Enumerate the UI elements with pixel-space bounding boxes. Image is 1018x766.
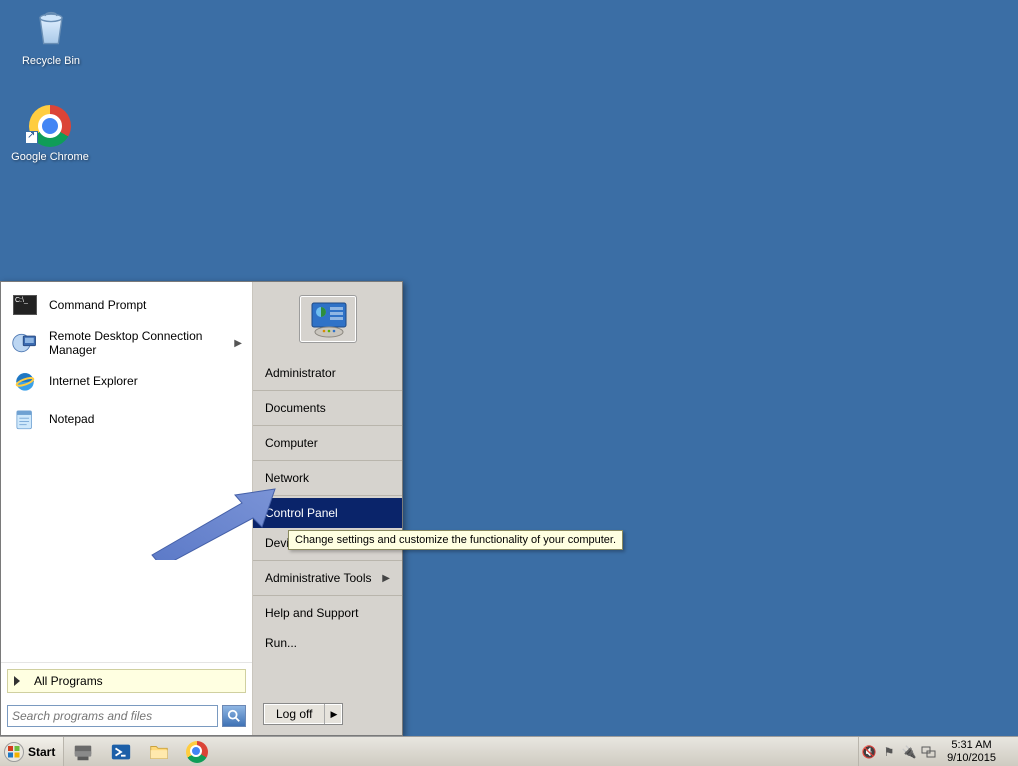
logoff-options-dropdown[interactable]: ▶ <box>324 704 342 724</box>
logoff-button[interactable]: Log off ▶ <box>263 703 343 725</box>
taskbar-item-chrome[interactable] <box>178 737 216 766</box>
folder-icon <box>148 741 170 763</box>
places-item-label: Control Panel <box>265 506 338 520</box>
pinned-item-notepad[interactable]: Notepad <box>1 400 252 438</box>
desktop-icon-label: Recycle Bin <box>12 55 90 67</box>
places-item-label: Help and Support <box>265 606 358 620</box>
pinned-item-label: Internet Explorer <box>49 374 138 388</box>
start-button[interactable]: Start <box>0 737 64 766</box>
places-list: Administrator Documents Computer Network… <box>253 356 402 695</box>
chrome-icon <box>186 741 208 763</box>
places-item-control-panel[interactable]: Control Panel <box>253 498 402 528</box>
pinned-programs-list: Command Prompt Remote Desktop Connection… <box>1 282 252 662</box>
notepad-icon <box>11 405 39 433</box>
places-item-label: Devi <box>265 536 289 550</box>
pinned-item-internet-explorer[interactable]: Internet Explorer <box>1 362 252 400</box>
places-item-label: Computer <box>265 436 318 450</box>
network-icon[interactable] <box>919 737 939 766</box>
triangle-right-icon <box>14 676 20 686</box>
pinned-item-label: Notepad <box>49 412 94 426</box>
internet-explorer-icon <box>11 367 39 395</box>
places-item-label: Documents <box>265 401 326 415</box>
tooltip-control-panel: Change settings and customize the functi… <box>288 530 623 550</box>
start-menu-right-pane: Administrator Documents Computer Network… <box>253 282 402 735</box>
taskbar-item-explorer[interactable] <box>140 737 178 766</box>
desktop-icon-google-chrome[interactable]: Google Chrome <box>2 105 98 163</box>
places-item-administrative-tools[interactable]: Administrative Tools ▶ <box>253 563 402 593</box>
pinned-item-rdc-manager[interactable]: Remote Desktop Connection Manager ▶ <box>1 324 252 362</box>
submenu-arrow-icon: ▶ <box>234 338 242 349</box>
desktop-icon-label: Google Chrome <box>2 151 98 163</box>
taskbar-item-server-manager[interactable] <box>64 737 102 766</box>
windows-logo-icon <box>4 742 24 762</box>
places-item-computer[interactable]: Computer <box>253 428 402 458</box>
logoff-label: Log off <box>264 704 324 724</box>
places-item-administrator[interactable]: Administrator <box>253 358 402 388</box>
places-item-label: Administrative Tools <box>265 571 372 585</box>
start-menu-left-pane: Command Prompt Remote Desktop Connection… <box>1 282 253 735</box>
server-manager-icon <box>72 741 94 763</box>
places-item-label: Run... <box>265 636 297 650</box>
taskbar: Start 🔇 ⚑ 🔌 5:31 AM 9/10/2015 <box>0 736 1018 766</box>
all-programs-button[interactable]: All Programs <box>7 669 246 693</box>
search-button[interactable] <box>222 705 246 727</box>
taskbar-clock[interactable]: 5:31 AM 9/10/2015 <box>939 739 1004 764</box>
power-icon[interactable]: 🔌 <box>899 737 919 766</box>
places-item-network[interactable]: Network <box>253 463 402 493</box>
recycle-bin-icon <box>27 5 75 53</box>
places-item-label: Administrator <box>265 366 336 380</box>
desktop-icon-recycle-bin[interactable]: Recycle Bin <box>12 5 90 67</box>
quick-launch <box>64 737 216 766</box>
control-panel-icon <box>304 299 352 339</box>
places-item-help-and-support[interactable]: Help and Support <box>253 598 402 628</box>
start-menu: Command Prompt Remote Desktop Connection… <box>0 281 403 736</box>
pinned-item-label: Remote Desktop Connection Manager <box>49 329 224 358</box>
system-tray: 🔇 ⚑ 🔌 5:31 AM 9/10/2015 <box>858 737 1018 766</box>
clock-time: 5:31 AM <box>947 739 996 752</box>
shortcut-overlay-icon <box>25 131 38 144</box>
user-picture[interactable] <box>299 295 357 343</box>
places-item-documents[interactable]: Documents <box>253 393 402 423</box>
start-button-label: Start <box>28 745 55 759</box>
all-programs-label: All Programs <box>34 674 103 688</box>
rdc-manager-icon <box>11 329 39 357</box>
powershell-icon <box>110 741 132 763</box>
taskbar-item-powershell[interactable] <box>102 737 140 766</box>
volume-muted-icon[interactable]: 🔇 <box>859 737 879 766</box>
clock-date: 9/10/2015 <box>947 752 996 765</box>
command-prompt-icon <box>11 291 39 319</box>
places-item-label: Network <box>265 471 309 485</box>
places-item-run[interactable]: Run... <box>253 628 402 658</box>
search-input[interactable] <box>7 705 218 727</box>
submenu-arrow-icon: ▶ <box>382 573 390 584</box>
action-center-flag-icon[interactable]: ⚑ <box>879 737 899 766</box>
pinned-item-command-prompt[interactable]: Command Prompt <box>1 286 252 324</box>
pinned-item-label: Command Prompt <box>49 298 146 312</box>
search-icon <box>227 709 241 723</box>
